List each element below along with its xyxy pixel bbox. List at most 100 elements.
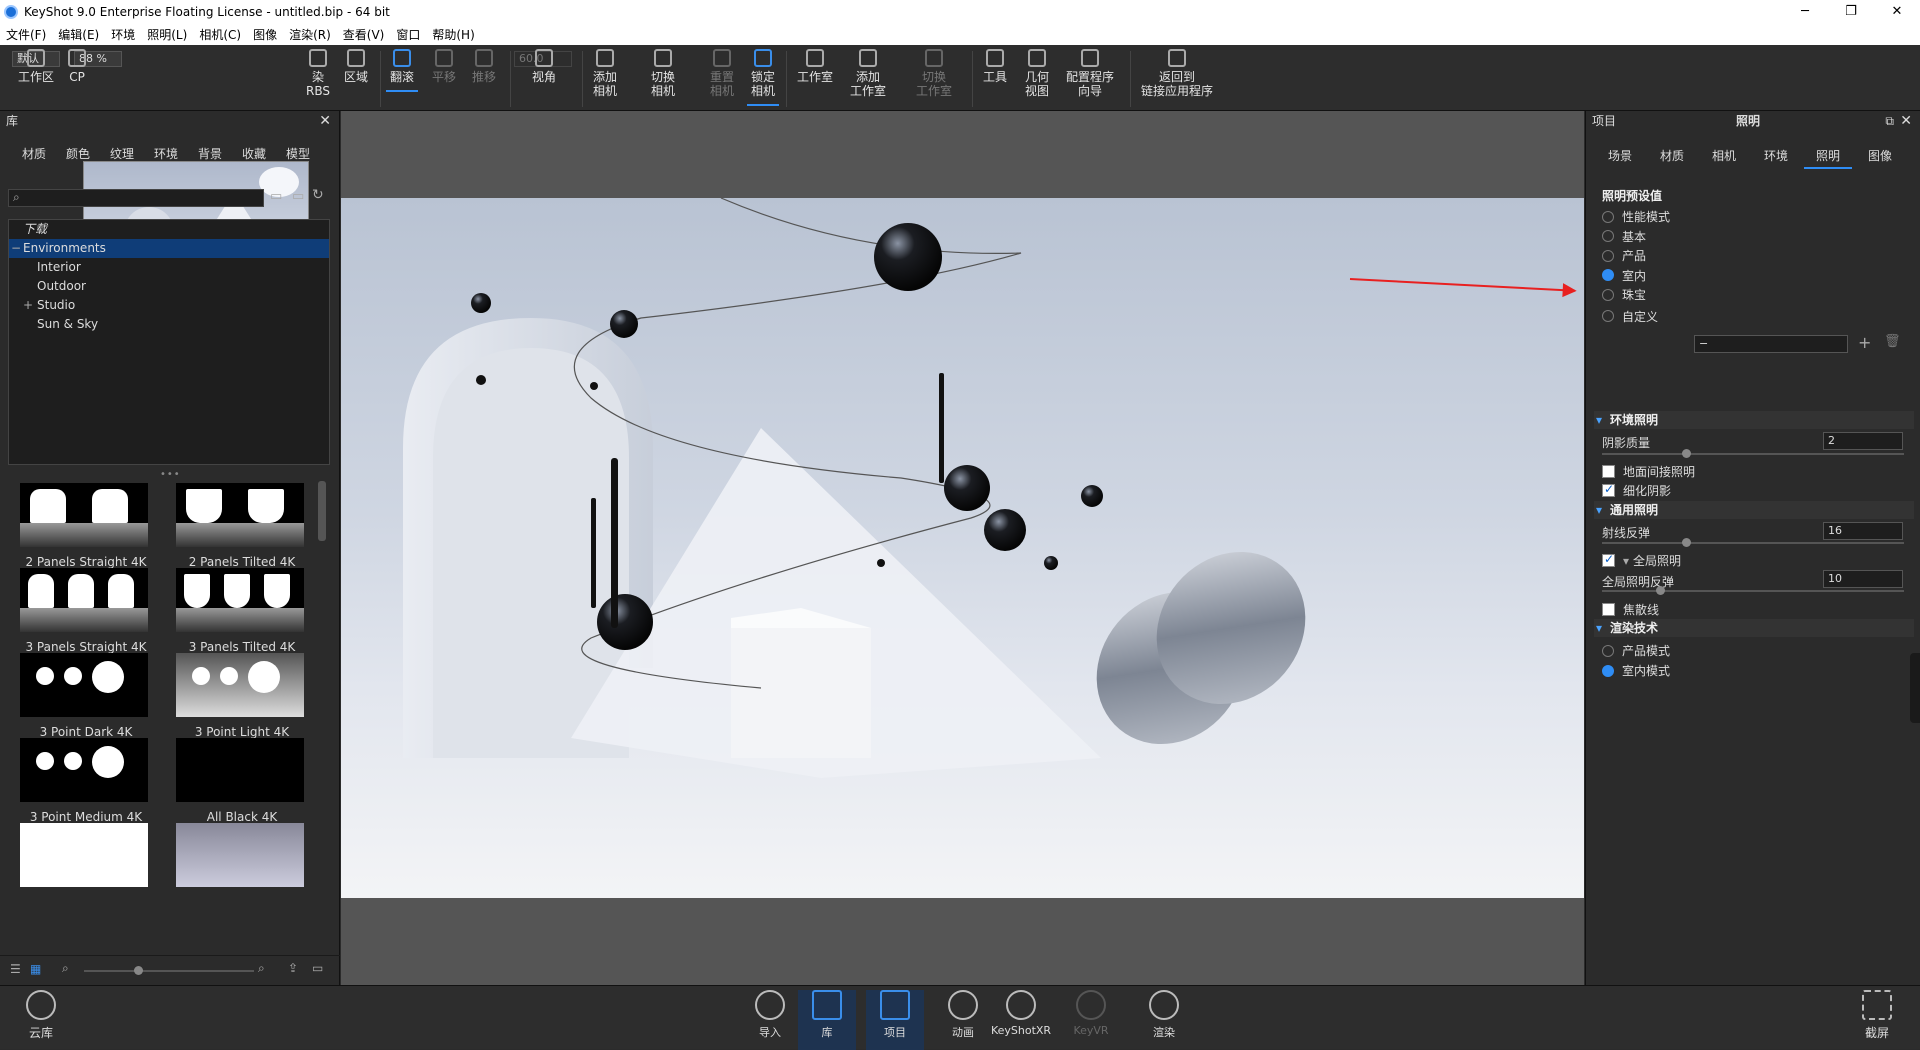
menu-environment[interactable]: 环境 xyxy=(111,26,135,43)
close-icon[interactable]: ✕ xyxy=(319,111,331,131)
zoom-in-icon[interactable]: ⌕ xyxy=(258,961,265,976)
lighting-preset-option[interactable]: 产品 xyxy=(1602,247,1646,264)
library-thumbnail[interactable] xyxy=(8,819,164,923)
side-drawer-handle[interactable] xyxy=(1910,653,1920,723)
maximize-button[interactable]: ❐ xyxy=(1828,0,1874,23)
global-illumination-row[interactable]: ▾ 全局照明 xyxy=(1602,552,1681,569)
zoom-out-icon[interactable]: ⌕ xyxy=(62,961,69,976)
image-folder-icon[interactable]: ▭ xyxy=(292,189,304,204)
chevron-down-icon[interactable]: ▾ xyxy=(1623,554,1629,568)
menu-render[interactable]: 渲染(R) xyxy=(289,26,331,43)
refine-shadows-checkbox[interactable] xyxy=(1602,482,1615,497)
tab-textures[interactable]: 纹理 xyxy=(100,131,144,163)
thumbnail-size-slider[interactable] xyxy=(84,966,254,975)
menu-window[interactable]: 窗口 xyxy=(396,26,420,43)
tab-camera[interactable]: 相机 xyxy=(1698,131,1750,165)
library-thumbnail[interactable] xyxy=(164,819,320,923)
gi-checkbox[interactable] xyxy=(1602,552,1615,567)
ribbon-button-2[interactable]: 项目 xyxy=(866,990,924,1050)
folder-icon[interactable]: ▭ xyxy=(312,961,323,975)
tumble-button[interactable]: 翻滚 xyxy=(385,49,419,92)
delete-preset-icon[interactable]: 🗑 xyxy=(1884,334,1901,349)
tree-item[interactable]: − Environments xyxy=(9,239,329,258)
studio-button[interactable]: 工作室 xyxy=(797,49,833,84)
preset-radio[interactable] xyxy=(1602,310,1614,322)
refresh-icon[interactable]: ↻ xyxy=(312,187,324,203)
menu-file[interactable]: 文件(F) xyxy=(6,26,46,43)
ribbon-button-5[interactable]: KeyVR xyxy=(1062,990,1120,1050)
shadow-quality-field[interactable]: 2 xyxy=(1823,432,1903,450)
folder-icon[interactable]: ▭ xyxy=(270,189,282,204)
ribbon-button-6[interactable]: 渲染 xyxy=(1135,990,1193,1050)
render-technique-section[interactable]: 渲染技术 xyxy=(1594,619,1914,637)
tab-materials[interactable]: 材质 xyxy=(12,131,56,163)
grid-view-icon[interactable]: ▦ xyxy=(30,962,41,976)
tab-image[interactable]: 图像 xyxy=(1854,131,1906,165)
add-preset-icon[interactable]: + xyxy=(1858,333,1871,352)
caustics-row[interactable]: 焦散线 xyxy=(1602,601,1659,618)
lighting-preset-option[interactable]: 珠宝 xyxy=(1602,286,1646,303)
library-search-input[interactable]: ⌕ xyxy=(8,189,264,207)
menu-help[interactable]: 帮助(H) xyxy=(432,26,474,43)
lighting-preset-option[interactable]: 性能模式 xyxy=(1602,208,1670,225)
refine-shadows-row[interactable]: 细化阴影 xyxy=(1602,482,1671,499)
minimize-button[interactable]: ─ xyxy=(1782,0,1828,23)
tab-scene[interactable]: 场景 xyxy=(1594,131,1646,165)
lighting-preset-option[interactable]: 室内 xyxy=(1602,267,1646,284)
tree-item[interactable]: 下载 xyxy=(9,220,329,239)
ribbon-button-3[interactable]: 动画 xyxy=(934,990,992,1050)
list-view-icon[interactable]: ☰ xyxy=(10,962,21,976)
perspective-button[interactable]: 视角 xyxy=(532,49,556,84)
upload-icon[interactable]: ⇪ xyxy=(288,961,298,975)
reset-camera-button[interactable]: 重置 相机 xyxy=(710,49,734,98)
preset-radio[interactable] xyxy=(1602,288,1614,301)
preset-radio[interactable] xyxy=(1602,249,1614,262)
tree-item[interactable]: + Studio xyxy=(9,296,329,315)
tab-models[interactable]: 模型 xyxy=(276,131,320,163)
add-studio-button[interactable]: 添加 工作室 xyxy=(850,49,886,98)
undock-icon[interactable]: ⧉ xyxy=(1885,111,1894,131)
lighting-preset-option[interactable]: 基本 xyxy=(1602,228,1646,245)
cpu-button[interactable]: CP xyxy=(68,49,86,84)
custom-preset-dropdown[interactable]: − xyxy=(1694,335,1848,353)
ground-indirect-row[interactable]: 地面间接照明 xyxy=(1602,463,1695,480)
interior-mode-radio[interactable] xyxy=(1602,664,1614,677)
menu-image[interactable]: 图像 xyxy=(253,26,277,43)
ribbon-button-4[interactable]: KeyShotXR xyxy=(991,990,1051,1050)
pan-button[interactable]: 平移 xyxy=(432,49,456,84)
gi-bounces-slider[interactable] xyxy=(1602,586,1904,595)
ray-bounces-field[interactable]: 16 xyxy=(1823,522,1903,540)
shadow-quality-slider[interactable] xyxy=(1602,449,1904,458)
lock-camera-button[interactable]: 锁定 相机 xyxy=(746,49,780,106)
tab-backplates[interactable]: 背景 xyxy=(188,131,232,163)
close-icon[interactable]: ✕ xyxy=(1900,111,1912,131)
screenshot-button[interactable]: 截屏 xyxy=(1862,990,1892,1041)
expand-icon[interactable]: + xyxy=(23,296,33,315)
ribbon-button-0[interactable]: 导入 xyxy=(741,990,799,1050)
render-viewport[interactable] xyxy=(341,111,1584,985)
return-linked-app-button[interactable]: 返回到 链接应用程序 xyxy=(1141,49,1213,98)
tree-item[interactable]: Interior xyxy=(9,258,329,277)
env-lighting-section[interactable]: 环境照明 xyxy=(1594,411,1914,429)
configurator-wizard-button[interactable]: 配置程序 向导 xyxy=(1066,49,1114,98)
cloud-library-button[interactable]: 云库 xyxy=(26,990,56,1041)
menu-lighting[interactable]: 照明(L) xyxy=(147,26,187,43)
ground-indirect-checkbox[interactable] xyxy=(1602,465,1615,478)
preset-radio[interactable] xyxy=(1602,269,1614,281)
tab-material[interactable]: 材质 xyxy=(1646,131,1698,165)
interior-mode-row[interactable]: 室内模式 xyxy=(1602,662,1670,679)
collapse-icon[interactable]: − xyxy=(11,239,21,258)
ribbon-button-1[interactable]: 库 xyxy=(798,990,856,1050)
close-button[interactable]: ✕ xyxy=(1874,0,1920,23)
library-scrollbar[interactable] xyxy=(318,481,326,541)
tab-favorites[interactable]: 收藏 xyxy=(232,131,276,163)
gi-bounces-field[interactable]: 10 xyxy=(1823,570,1903,588)
tree-item[interactable]: Sun & Sky xyxy=(9,315,329,334)
product-mode-row[interactable]: 产品模式 xyxy=(1602,642,1670,659)
lighting-preset-option[interactable]: 自定义 xyxy=(1602,308,1658,325)
workspace-button[interactable]: 工作区 xyxy=(18,49,54,84)
preset-radio[interactable] xyxy=(1602,210,1614,223)
dolly-button[interactable]: 推移 xyxy=(472,49,496,84)
preset-radio[interactable] xyxy=(1602,230,1614,242)
render-nurbs-button[interactable]: 染 RBS xyxy=(306,49,330,98)
